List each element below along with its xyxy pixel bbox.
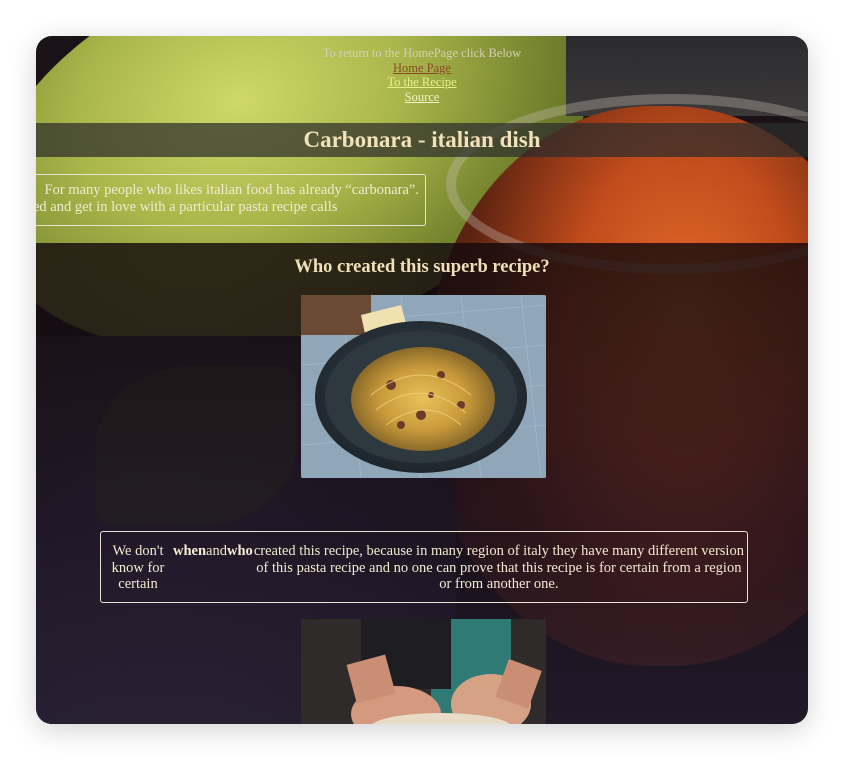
nav-intro-text: To return to the HomePage click Below: [322, 46, 522, 60]
source-link[interactable]: Source: [36, 90, 808, 105]
keyword-who: who: [226, 543, 253, 559]
hands-kneading-dough-photo: [301, 619, 546, 724]
title-bar: Carbonara - italian dish: [36, 123, 808, 157]
keyword-when: when: [173, 543, 207, 559]
keyword-and: and: [206, 543, 227, 559]
carbonara-plate-image: [301, 295, 546, 478]
browser-viewport: To return to the HomePage click Below Ho…: [36, 36, 808, 724]
top-navigation: To return to the HomePage click Below Ho…: [36, 46, 808, 104]
intro-text-box: For many people who likes italian food h…: [36, 174, 426, 226]
intro-line-1: For many people who likes italian food h…: [44, 182, 419, 198]
recipe-link[interactable]: To the Recipe: [36, 75, 808, 90]
info-left-text: We don't know for certain: [111, 543, 165, 592]
info-right-text: created this recipe, because in many reg…: [253, 543, 744, 592]
info-text-box: We don't know for certain whenandwho cre…: [100, 531, 748, 603]
hands-dough-image: [301, 619, 546, 724]
home-page-link[interactable]: Home Page: [36, 61, 808, 76]
info-keywords: whenandwho: [173, 543, 253, 560]
intro-line-2: ed and get in love with a particular pas…: [36, 199, 338, 215]
carbonara-plate-photo: [301, 295, 546, 478]
section-heading: Who created this superb recipe?: [294, 257, 550, 277]
page-title: Carbonara - italian dish: [303, 127, 541, 152]
